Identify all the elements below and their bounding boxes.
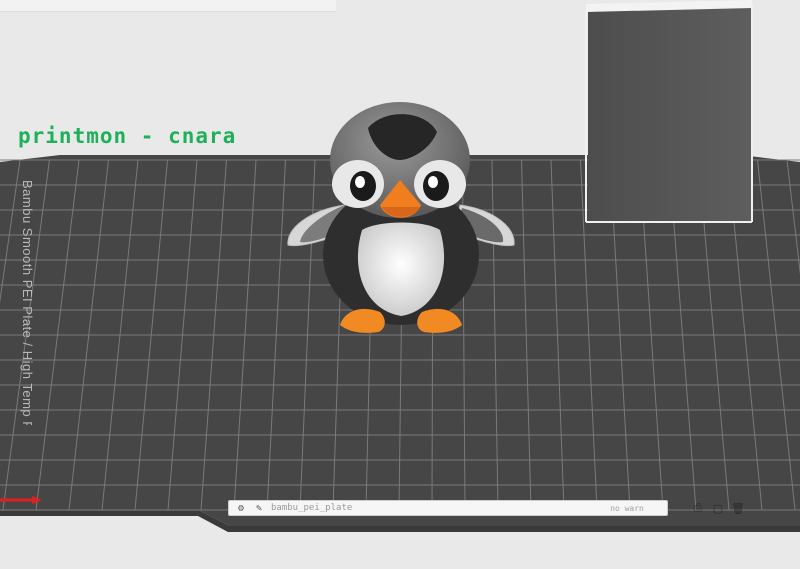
plate-toolbar: ⚙ ✎ bambu_pei_plate no warn bbox=[228, 500, 668, 516]
plate-status-text: no warn bbox=[610, 503, 644, 513]
build-plate-scene[interactable] bbox=[0, 0, 800, 569]
trash-icon[interactable]: 🗑 bbox=[730, 501, 746, 515]
prime-tower bbox=[585, 0, 753, 223]
3d-viewport[interactable]: printmon - cnara Bambu Smooth PEI Plate … bbox=[0, 0, 800, 569]
plate-name-label: printmon - cnara bbox=[18, 124, 237, 148]
plate-settings-icon[interactable]: ⚙ bbox=[235, 502, 247, 514]
square-select-icon[interactable]: ▢ bbox=[710, 501, 726, 515]
plate-lock-icon[interactable]: ✎ bbox=[253, 502, 265, 514]
plate-type-label: Bambu Smooth PEI Plate / High Temp Plate bbox=[20, 180, 35, 425]
plate-actions: ⎙ ▢ 🗑 bbox=[690, 500, 746, 516]
print-icon[interactable]: ⎙ bbox=[690, 501, 706, 515]
plate-toolbar-text: bambu_pei_plate bbox=[271, 503, 353, 513]
